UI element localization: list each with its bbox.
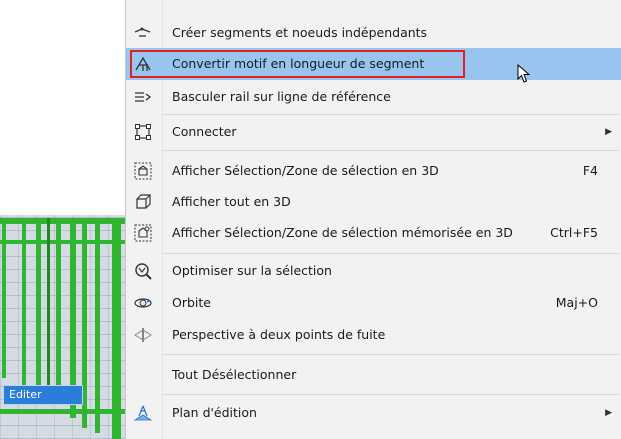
menu-item-label: Basculer rail sur ligne de référence — [172, 89, 391, 104]
menu-item-label: Afficher Sélection/Zone de sélection en … — [172, 163, 439, 178]
menu-item-show-selection-3d[interactable]: Afficher Sélection/Zone de sélection en … — [126, 156, 621, 186]
menu-item-label: Afficher Sélection/Zone de sélection mém… — [172, 225, 513, 240]
railing-top-rail — [0, 218, 125, 224]
menu-item-label: Tout Désélectionner — [172, 367, 297, 382]
railing-mid-rail — [0, 240, 125, 244]
two-point-perspective-icon — [134, 326, 152, 344]
viewport-top-margin — [0, 206, 125, 215]
edit-plane-icon — [134, 404, 152, 422]
menu-separator — [163, 150, 619, 151]
menu-item-orbit[interactable]: Orbite Maj+O — [126, 288, 621, 318]
menu-item-two-point-perspective[interactable]: Perspective à deux points de fuite — [126, 320, 621, 350]
menu-item-toggle-rail[interactable]: Basculer rail sur ligne de référence — [126, 82, 621, 112]
toggle-rail-icon — [134, 88, 152, 106]
menu-item-label: Convertir motif en longueur de segment — [172, 56, 425, 71]
railing-baluster — [47, 218, 50, 398]
menu-item-connect[interactable]: Connecter ▶ — [126, 117, 621, 147]
menu-separator — [163, 354, 619, 355]
menu-separator — [163, 253, 619, 254]
edit-label[interactable]: Editer — [3, 385, 83, 405]
railing-post — [112, 218, 121, 439]
mouse-pointer-icon — [517, 63, 531, 88]
menu-item-label: Orbite — [172, 295, 211, 310]
railing-baluster — [56, 218, 61, 403]
railing-bottom-rail — [0, 409, 125, 414]
menu-item-deselect-all[interactable]: Tout Désélectionner — [126, 360, 621, 390]
railing-baluster — [95, 218, 100, 433]
menu-item-edit-plane[interactable]: Plan d'édition ▶ — [126, 398, 621, 428]
menu-item-label: Créer segments et noeuds indépendants — [172, 25, 428, 40]
menu-item-show-saved-selection-3d[interactable]: Afficher Sélection/Zone de sélection mém… — [126, 218, 621, 248]
menu-item-optimize-selection[interactable]: Optimiser sur la sélection — [126, 256, 621, 286]
menu-item-label: Connecter — [172, 124, 237, 139]
railing-baluster — [2, 218, 6, 378]
orbit-icon — [134, 294, 152, 312]
menu-item-shortcut: Ctrl+F5 — [550, 225, 598, 240]
submenu-arrow-icon: ▶ — [605, 408, 612, 418]
show-selection-3d-icon — [134, 162, 152, 180]
menu-item-create-segments[interactable]: Créer segments et noeuds indépendants — [126, 18, 621, 48]
railing-baluster — [36, 218, 41, 393]
split-segments-icon — [134, 24, 152, 42]
submenu-arrow-icon: ▶ — [605, 127, 612, 137]
menu-item-convert-pattern[interactable]: Convertir motif en longueur de segment — [126, 48, 621, 80]
convert-pattern-icon — [134, 55, 152, 73]
menu-item-shortcut: F4 — [582, 163, 598, 178]
context-menu: Créer segments et noeuds indépendants Co… — [125, 0, 621, 439]
connect-icon — [134, 123, 152, 141]
railing-baluster — [22, 218, 26, 388]
show-all-3d-icon — [134, 193, 152, 211]
menu-separator — [163, 394, 619, 395]
menu-separator — [163, 114, 619, 115]
menu-item-label: Perspective à deux points de fuite — [172, 327, 386, 342]
optimize-selection-icon — [134, 262, 152, 280]
menu-item-label: Optimiser sur la sélection — [172, 263, 332, 278]
menu-item-shortcut: Maj+O — [555, 295, 598, 310]
show-saved-selection-3d-icon — [134, 224, 152, 242]
menu-item-label: Plan d'édition — [172, 405, 257, 420]
menu-item-label: Afficher tout en 3D — [172, 194, 291, 209]
menu-item-show-all-3d[interactable]: Afficher tout en 3D — [126, 187, 621, 217]
